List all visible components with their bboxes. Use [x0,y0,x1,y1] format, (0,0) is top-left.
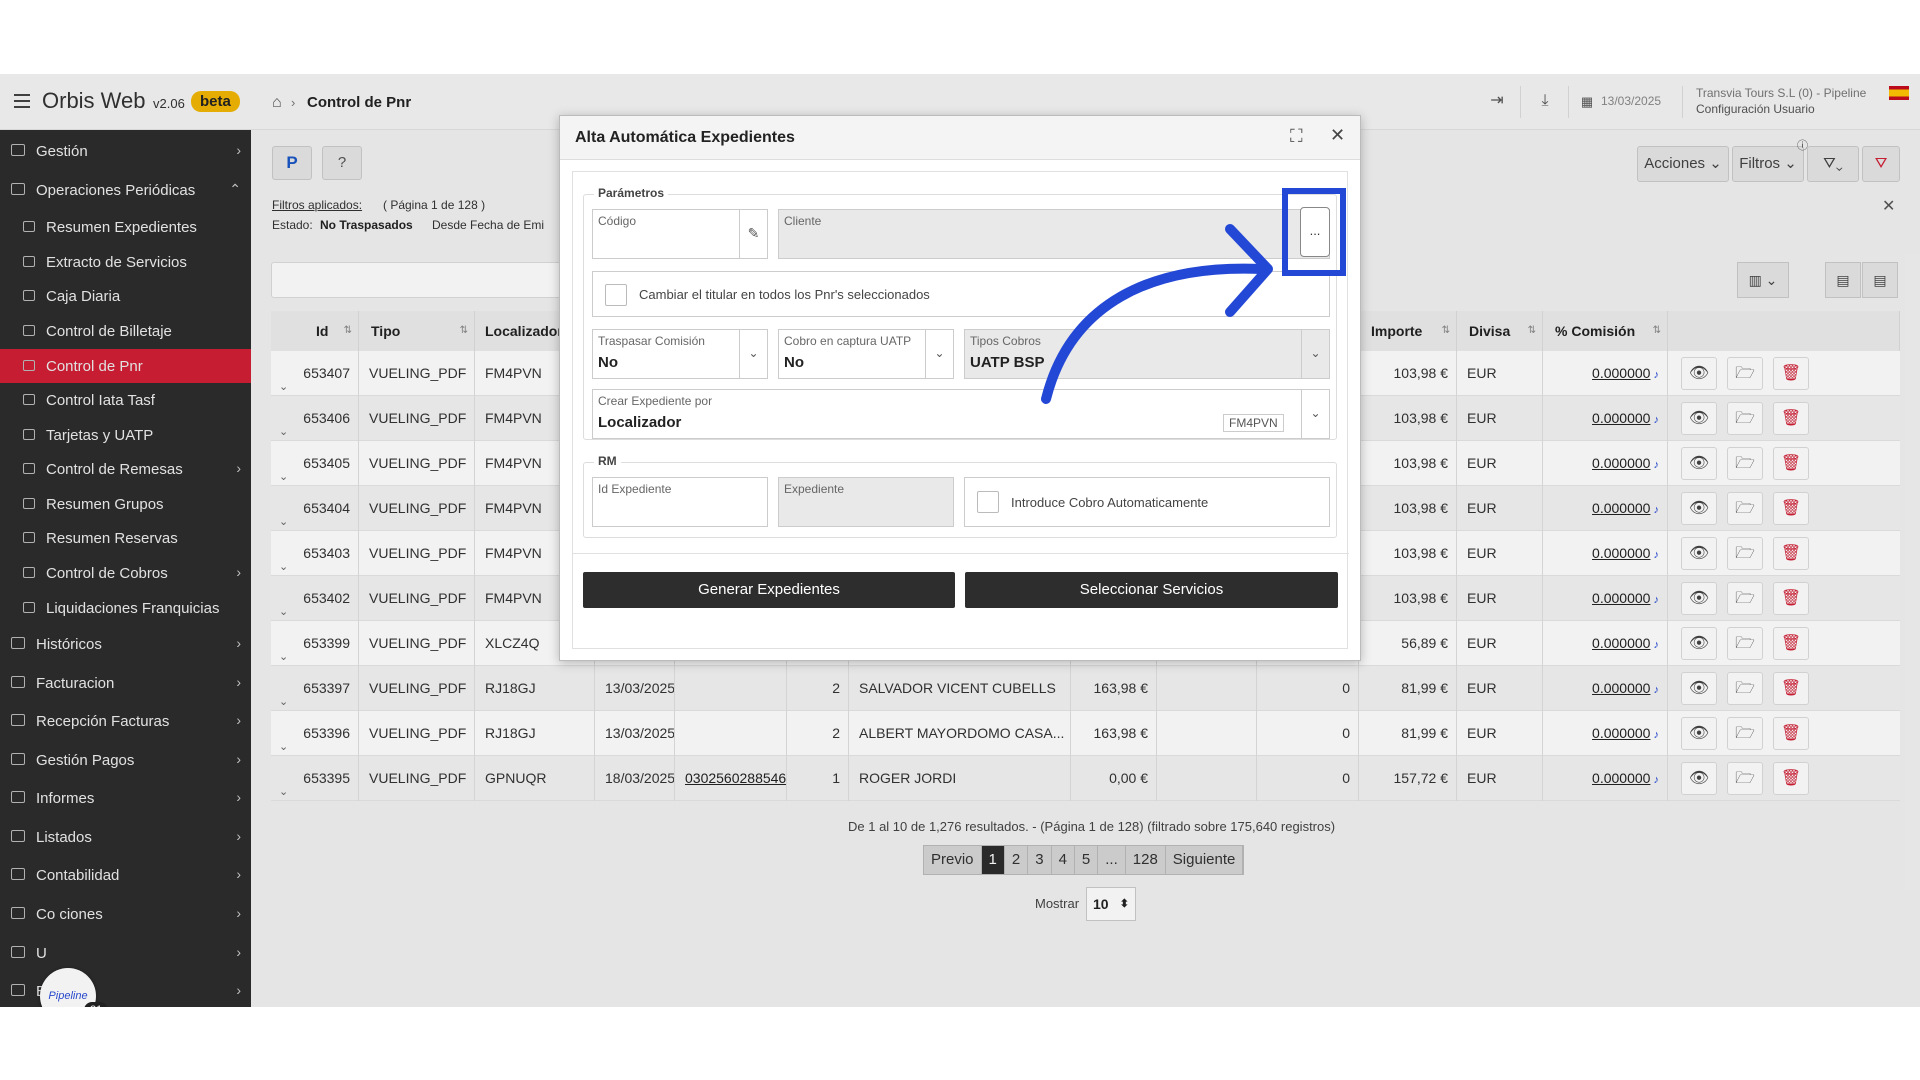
chevron-down-icon: ⌄ [739,330,767,378]
crear-label: Crear Expediente por [598,394,713,408]
rm-fieldset: RM Id Expediente Expediente Introduce Co… [583,454,1337,538]
rm-legend: RM [594,454,621,468]
cobro-value: No [784,354,804,371]
pencil-icon[interactable]: ✎ [739,210,767,258]
codigo-label: Código [598,214,637,228]
introduce-cobro-checkbox[interactable] [977,491,999,513]
app-window: Orbis Web v2.06 beta ⌂ › Control de Pnr … [0,74,1920,1007]
traspasar-comision-select[interactable]: Traspasar Comisión No ⌄ [592,329,768,379]
modal-header: Alta Automática Expedientes ⛶ ✕ [560,116,1360,160]
traspasar-value: No [598,354,618,371]
chevron-down-icon: ⌄ [1301,390,1329,438]
id-expediente-label: Id Expediente [598,482,672,496]
cambiar-titular-checkbox[interactable] [605,284,627,306]
expediente-label: Expediente [784,482,845,496]
parametros-legend: Parámetros [594,186,669,200]
generar-expedientes-button[interactable]: Generar Expedientes [583,572,955,608]
expand-icon[interactable]: ⛶ [1290,126,1303,147]
modal-title: Alta Automática Expedientes [575,129,795,146]
traspasar-label: Traspasar Comisión [598,334,705,348]
modal-actions: Generar Expedientes Seleccionar Servicio… [573,572,1349,608]
introduce-cobro-row: Introduce Cobro Automaticamente [964,477,1330,527]
cobro-label: Cobro en captura UATP [784,334,912,348]
divider [573,553,1349,554]
close-icon[interactable]: ✕ [1330,125,1345,146]
codigo-field[interactable]: Código ✎ [592,209,768,259]
expediente-field[interactable]: Expediente [778,477,954,527]
pointer-arrow-icon [1041,224,1273,404]
chevron-down-icon: ⌄ [925,330,953,378]
crear-value: Localizador [598,414,682,431]
crear-tag: FM4PVN [1223,414,1284,432]
cobro-uatp-select[interactable]: Cobro en captura UATP No ⌄ [778,329,954,379]
id-expediente-field[interactable]: Id Expediente [592,477,768,527]
chevron-down-icon: ⌄ [1301,330,1329,378]
seleccionar-servicios-button[interactable]: Seleccionar Servicios [965,572,1338,608]
cambiar-titular-label: Cambiar el titular en todos los Pnr's se… [639,287,930,302]
introduce-cobro-label: Introduce Cobro Automaticamente [1011,495,1209,510]
highlight-box [1282,188,1346,276]
cliente-label: Cliente [784,214,822,228]
